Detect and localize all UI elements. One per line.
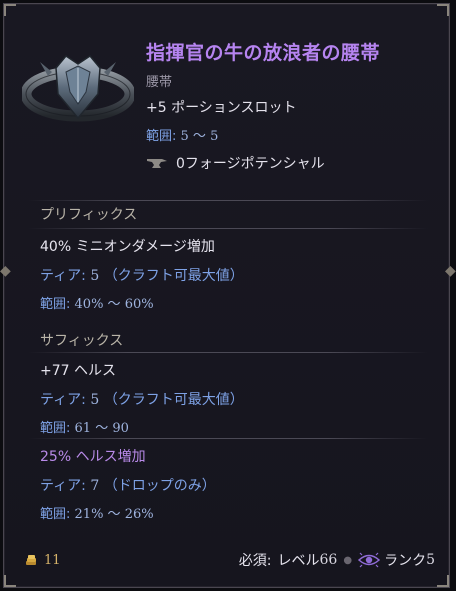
tier-label: ティア:	[40, 392, 86, 408]
range-value: 61 〜 90	[74, 421, 129, 436]
tier-label: ティア:	[40, 268, 86, 284]
tier-value: 7	[90, 478, 100, 494]
tier-value: 5	[90, 392, 100, 408]
range-label: 範囲:	[40, 297, 71, 312]
tier-label: ティア:	[40, 478, 86, 494]
tooltip-footer: 11 必須: レベル 66 ● ランク 5	[24, 550, 435, 570]
affix-name: 40% ミニオンダメージ増加	[40, 239, 215, 255]
affix-suffix-1: +77 ヘルス ティア: 5 （クラフト可最大値） 範囲: 61 〜 90	[40, 360, 244, 436]
affix-name: +77 ヘルス	[40, 363, 116, 379]
affix-tier: ティア: 5 （クラフト可最大値）	[40, 389, 244, 409]
item-header: 指揮官の牛の放浪者の腰帯 腰帯 +5 ポーションスロット 範囲: 5 〜 5 0…	[146, 38, 446, 173]
affix-name: 25% ヘルス増加	[40, 449, 146, 465]
frame-corner-bottom-right	[437, 575, 449, 587]
item-tooltip: ◆ ◆ 指揮官の牛の放浪者の腰帯 腰帯 +5 ポーションスロット 範囲: 5 〜…	[0, 3, 456, 588]
affix-range: 範囲: 40% 〜 60%	[40, 293, 244, 312]
range-label: 範囲:	[40, 421, 71, 436]
frame-side-ornament-left: ◆	[0, 263, 11, 279]
requirement-label: 必須:	[238, 553, 272, 569]
tier-value: 5	[90, 268, 100, 284]
item-name: 指揮官の牛の放浪者の腰帯	[146, 42, 381, 64]
affix-prefix-1: 40% ミニオンダメージ増加 ティア: 5 （クラフト可最大値） 範囲: 40%…	[40, 236, 244, 312]
rank-label: ランク	[384, 553, 427, 569]
rank-value: 5	[426, 552, 435, 568]
implicit-range: 範囲: 5 〜 5	[146, 125, 446, 144]
affix-suffix-2: 25% ヘルス増加 ティア: 7 （ドロップのみ） 範囲: 21% 〜 26%	[40, 446, 216, 522]
divider	[28, 200, 428, 201]
tier-note: （ドロップのみ）	[103, 478, 216, 494]
forge-potential-text: 0フォージポテンシャル	[176, 156, 325, 172]
affix-range: 範囲: 61 〜 90	[40, 417, 244, 436]
implicit-range-label: 範囲:	[146, 129, 177, 144]
divider	[28, 352, 428, 353]
item-type: 腰帯	[146, 75, 173, 90]
affix-tier: ティア: 7 （ドロップのみ）	[40, 475, 216, 495]
prefix-title: プリフィックス	[40, 207, 138, 223]
affix-range: 範囲: 21% 〜 26%	[40, 503, 216, 522]
frame-corner-bottom-left	[4, 575, 16, 587]
gold-coin-icon	[26, 555, 36, 565]
gold-amount: 11	[44, 552, 61, 568]
rank-eye-icon	[358, 552, 381, 568]
implicit-range-value: 5 〜 5	[180, 129, 219, 144]
tier-note: （クラフト可最大値）	[103, 392, 244, 408]
affix-tier: ティア: 5 （クラフト可最大値）	[40, 265, 244, 285]
level-value: 66	[319, 552, 338, 568]
belt-item-image	[22, 55, 134, 122]
gold-value: 11	[24, 553, 61, 568]
requirements: 必須: レベル 66 ● ランク 5	[239, 550, 435, 570]
range-value: 21% 〜 26%	[74, 507, 154, 522]
implicit-stat: +5 ポーションスロット	[146, 100, 297, 116]
frame-corner-top-right	[437, 4, 449, 16]
frame-corner-top-left	[4, 4, 16, 16]
tier-note: （クラフト可最大値）	[103, 268, 244, 284]
frame-side-ornament-right: ◆	[445, 263, 456, 279]
forge-potential: 0フォージポテンシャル	[146, 153, 446, 173]
suffix-title: サフィックス	[40, 333, 124, 349]
range-value: 40% 〜 60%	[74, 297, 154, 312]
anvil-icon	[147, 159, 167, 168]
range-label: 範囲:	[40, 507, 71, 522]
divider	[28, 438, 428, 439]
level-label: レベル	[277, 553, 320, 569]
separator-dot: ●	[343, 554, 353, 566]
divider	[28, 228, 428, 229]
